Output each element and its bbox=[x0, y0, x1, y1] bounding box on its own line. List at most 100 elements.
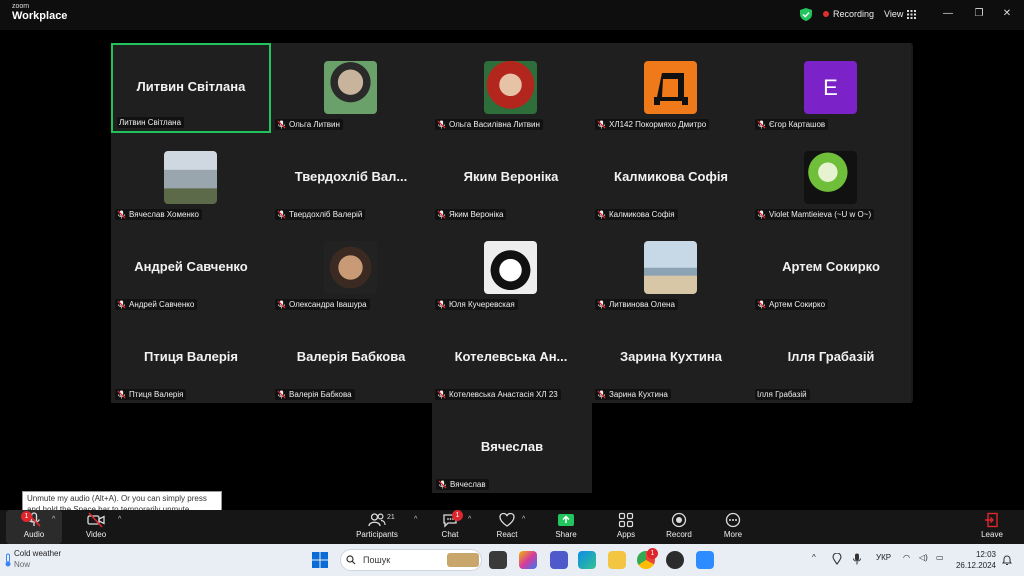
participant-tile[interactable]: Вячеслав Хоменко bbox=[111, 133, 271, 223]
participants-count: 21 bbox=[387, 514, 395, 521]
tray-overflow-chevron-icon[interactable]: ^ bbox=[812, 553, 816, 562]
heart-icon bbox=[499, 512, 515, 527]
letter-d-logo-icon bbox=[654, 73, 688, 105]
meeting-toolbar: Audio 1 ^ Video ^ Participants 21 ^ Chat… bbox=[0, 510, 1024, 544]
recording-indicator[interactable]: Recording bbox=[823, 9, 874, 19]
share-screen-icon bbox=[558, 514, 574, 526]
view-button[interactable]: View bbox=[884, 9, 917, 19]
participant-tile[interactable]: Яким Вероніка Яким Вероніка bbox=[431, 133, 591, 223]
participant-tile[interactable]: Литвин Світлана Литвин Світлана bbox=[111, 43, 271, 133]
participant-tile[interactable]: Артем Сокирко Артем Сокирко bbox=[751, 223, 911, 313]
participant-tile[interactable]: E Єгор Карташов bbox=[751, 43, 911, 133]
participant-display-name: Артем Сокирко bbox=[782, 259, 880, 274]
restore-icon[interactable]: ❐ bbox=[972, 8, 986, 19]
participant-name-label: Литвин Світлана bbox=[117, 117, 185, 128]
react-button[interactable]: React bbox=[479, 512, 535, 544]
participant-tile[interactable]: Твердохліб Вал... Твердохліб Валерій bbox=[271, 133, 431, 223]
participant-display-name: Яким Вероніка bbox=[463, 169, 559, 184]
taskbar-clock[interactable]: 12:03 26.12.2024 bbox=[954, 549, 996, 571]
zoom-taskbar-icon[interactable] bbox=[696, 551, 714, 569]
participant-tile[interactable]: Вячеслав Вячеслав bbox=[432, 403, 592, 493]
teams-icon[interactable] bbox=[550, 551, 568, 569]
battery-icon[interactable]: ▭ bbox=[936, 553, 944, 562]
video-button[interactable]: Video bbox=[68, 512, 124, 544]
participant-tile[interactable]: Зарина Кухтина Зарина Кухтина bbox=[591, 313, 751, 403]
mic-tray-icon[interactable] bbox=[853, 553, 861, 565]
participant-tile[interactable]: ХЛ142 Покормяхо Дмитро bbox=[591, 43, 751, 133]
participant-tile[interactable]: Олександра Івашура bbox=[271, 223, 431, 313]
gallery-panel: Литвин Світлана Литвин Світлана Ольга Литв… bbox=[111, 43, 913, 403]
participant-name-label: Валерія Бабкова bbox=[275, 389, 355, 400]
participant-display-name: Зарина Кухтина bbox=[620, 349, 722, 364]
video-options-chevron-icon[interactable]: ^ bbox=[118, 516, 121, 523]
weather-widget[interactable]: Cold weather Now bbox=[14, 548, 61, 570]
participant-tile[interactable]: Литвинова Олена bbox=[591, 223, 751, 313]
participant-display-name: Ілля Грабазій bbox=[787, 349, 875, 364]
avatar-anime-character bbox=[804, 151, 857, 204]
participant-name-label: Юля Кучеревская bbox=[435, 299, 518, 310]
participant-name-label: Артем Сокирко bbox=[755, 299, 829, 310]
participant-tile[interactable]: Violet Mamtieieva (~U w O~) bbox=[751, 133, 911, 223]
record-button[interactable]: Record bbox=[651, 512, 707, 544]
react-options-chevron-icon[interactable]: ^ bbox=[522, 516, 525, 523]
avatar-photo-street bbox=[164, 151, 217, 204]
recording-dot-icon bbox=[823, 11, 829, 17]
chat-options-chevron-icon[interactable]: ^ bbox=[468, 516, 471, 523]
mic-muted-icon bbox=[757, 120, 766, 129]
participant-tile[interactable]: Котелевська Ан... Котелевська Анастасія Х… bbox=[431, 313, 591, 403]
participant-tile[interactable]: Юля Кучеревская bbox=[431, 223, 591, 313]
participant-tile[interactable]: Ілля Грабазій Ілля Грабазій bbox=[751, 313, 911, 403]
participant-tile[interactable]: Ольга Литвин bbox=[271, 43, 431, 133]
participant-display-name: Калмикова Софія bbox=[613, 169, 729, 184]
audio-options-chevron-icon[interactable]: ^ bbox=[52, 516, 55, 523]
participants-options-chevron-icon[interactable]: ^ bbox=[414, 516, 417, 523]
chat-unread-badge: 1 bbox=[452, 510, 463, 521]
copilot-icon[interactable] bbox=[519, 551, 537, 569]
more-dots-icon bbox=[725, 512, 741, 528]
close-icon[interactable]: ✕ bbox=[1000, 8, 1014, 19]
media-player-icon[interactable] bbox=[666, 551, 684, 569]
participant-name-label: Литвинова Олена bbox=[595, 299, 678, 310]
minimize-icon[interactable]: — bbox=[941, 8, 955, 19]
leave-door-icon bbox=[985, 512, 998, 528]
language-indicator[interactable]: УКР bbox=[876, 553, 891, 562]
share-button[interactable]: Share bbox=[538, 512, 594, 544]
avatar-letter-logo-orange bbox=[644, 61, 697, 114]
task-view-icon[interactable] bbox=[489, 551, 507, 569]
participant-tile[interactable]: Ольга Василівна Литвин bbox=[431, 43, 591, 133]
participant-tile[interactable]: Андрей Савченко Андрей Савченко bbox=[111, 223, 271, 313]
windows-start-icon[interactable] bbox=[312, 552, 328, 568]
grid-icon bbox=[907, 9, 917, 19]
mic-muted-icon bbox=[597, 120, 606, 129]
participant-tile[interactable]: Птиця Валерія Птиця Валерія bbox=[111, 313, 271, 403]
leave-button[interactable]: Leave bbox=[964, 512, 1020, 544]
participant-name-label: Violet Mamtieieva (~U w O~) bbox=[755, 209, 875, 220]
volume-icon[interactable]: ◁) bbox=[919, 553, 928, 562]
participant-tile[interactable]: Валерія Бабкова Валерія Бабкова bbox=[271, 313, 431, 403]
participant-name-label: Олександра Івашура bbox=[275, 299, 370, 310]
mic-muted-icon bbox=[597, 300, 606, 309]
audio-alert-badge: 1 bbox=[21, 511, 32, 522]
participant-name-label: Ілля Грабазій bbox=[755, 389, 810, 400]
participant-display-name: Валерія Бабкова bbox=[296, 349, 406, 364]
participant-tile[interactable]: Калмикова Софія Калмикова Софія bbox=[591, 133, 751, 223]
edge-icon[interactable] bbox=[578, 551, 596, 569]
participant-name-label: Яким Вероніка bbox=[435, 209, 507, 220]
location-icon bbox=[832, 553, 842, 565]
search-highlight-image bbox=[447, 553, 479, 567]
mic-muted-icon bbox=[437, 390, 446, 399]
participant-name-label: Андрей Савченко bbox=[115, 299, 198, 310]
wifi-icon[interactable]: ◠ bbox=[903, 553, 910, 562]
notification-bell-icon[interactable] bbox=[1002, 554, 1012, 566]
participants-button[interactable]: Participants bbox=[348, 512, 406, 544]
apps-button[interactable]: Apps bbox=[598, 512, 654, 544]
participant-display-name: Вячеслав bbox=[480, 439, 544, 454]
participant-name-label: Птиця Валерія bbox=[115, 389, 187, 400]
more-button[interactable]: More bbox=[705, 512, 761, 544]
participant-display-name: Птиця Валерія bbox=[144, 349, 238, 364]
participant-name-label: Котелевська Анастасія ХЛ 23 bbox=[435, 389, 561, 400]
mic-muted-icon bbox=[437, 210, 446, 219]
shield-check-icon[interactable] bbox=[800, 8, 812, 21]
file-explorer-icon[interactable] bbox=[608, 551, 626, 569]
mic-muted-icon bbox=[277, 390, 286, 399]
